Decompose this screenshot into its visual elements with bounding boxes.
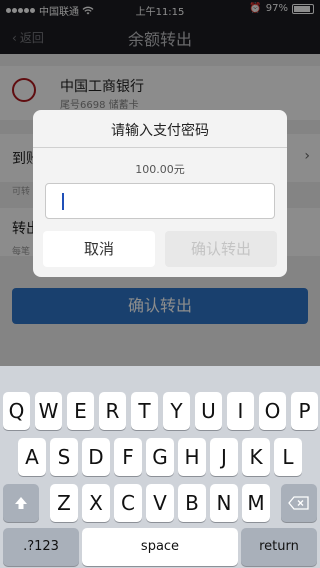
key-v[interactable]: V [146, 484, 174, 522]
key-r[interactable]: R [99, 392, 126, 430]
key-t[interactable]: T [131, 392, 158, 430]
key-w[interactable]: W [35, 392, 62, 430]
key-c[interactable]: C [114, 484, 142, 522]
shift-key[interactable] [3, 484, 39, 522]
keyboard: Q W E R T Y U I O P A S D F G H J K L Z … [0, 366, 320, 568]
key-l[interactable]: L [274, 438, 302, 476]
backspace-icon [288, 496, 309, 510]
key-e[interactable]: E [67, 392, 94, 430]
key-n[interactable]: N [210, 484, 238, 522]
space-key[interactable]: space [82, 528, 238, 566]
key-f[interactable]: F [114, 438, 142, 476]
key-b[interactable]: B [178, 484, 206, 522]
key-p[interactable]: P [291, 392, 318, 430]
key-o[interactable]: O [259, 392, 286, 430]
shift-arrow-icon [15, 497, 27, 509]
password-dialog: 请输入支付密码 100.00元 取消 确认转出 [33, 110, 287, 277]
key-s[interactable]: S [50, 438, 78, 476]
cancel-button[interactable]: 取消 [43, 231, 155, 267]
numbers-key[interactable]: .?123 [3, 528, 79, 566]
return-key[interactable]: return [241, 528, 317, 566]
key-j[interactable]: J [210, 438, 238, 476]
key-y[interactable]: Y [163, 392, 190, 430]
key-z[interactable]: Z [50, 484, 78, 522]
key-x[interactable]: X [82, 484, 110, 522]
key-u[interactable]: U [195, 392, 222, 430]
key-q[interactable]: Q [3, 392, 30, 430]
text-caret [62, 193, 64, 210]
dialog-divider [33, 147, 287, 148]
backspace-key[interactable] [281, 484, 317, 522]
confirm-button[interactable]: 确认转出 [165, 231, 277, 267]
key-g[interactable]: G [146, 438, 174, 476]
key-i[interactable]: I [227, 392, 254, 430]
password-input[interactable] [45, 183, 275, 219]
dialog-amount: 100.00元 [135, 163, 185, 176]
key-m[interactable]: M [242, 484, 270, 522]
key-k[interactable]: K [242, 438, 270, 476]
dialog-title: 请输入支付密码 [111, 123, 209, 139]
key-h[interactable]: H [178, 438, 206, 476]
key-d[interactable]: D [82, 438, 110, 476]
key-a[interactable]: A [18, 438, 46, 476]
